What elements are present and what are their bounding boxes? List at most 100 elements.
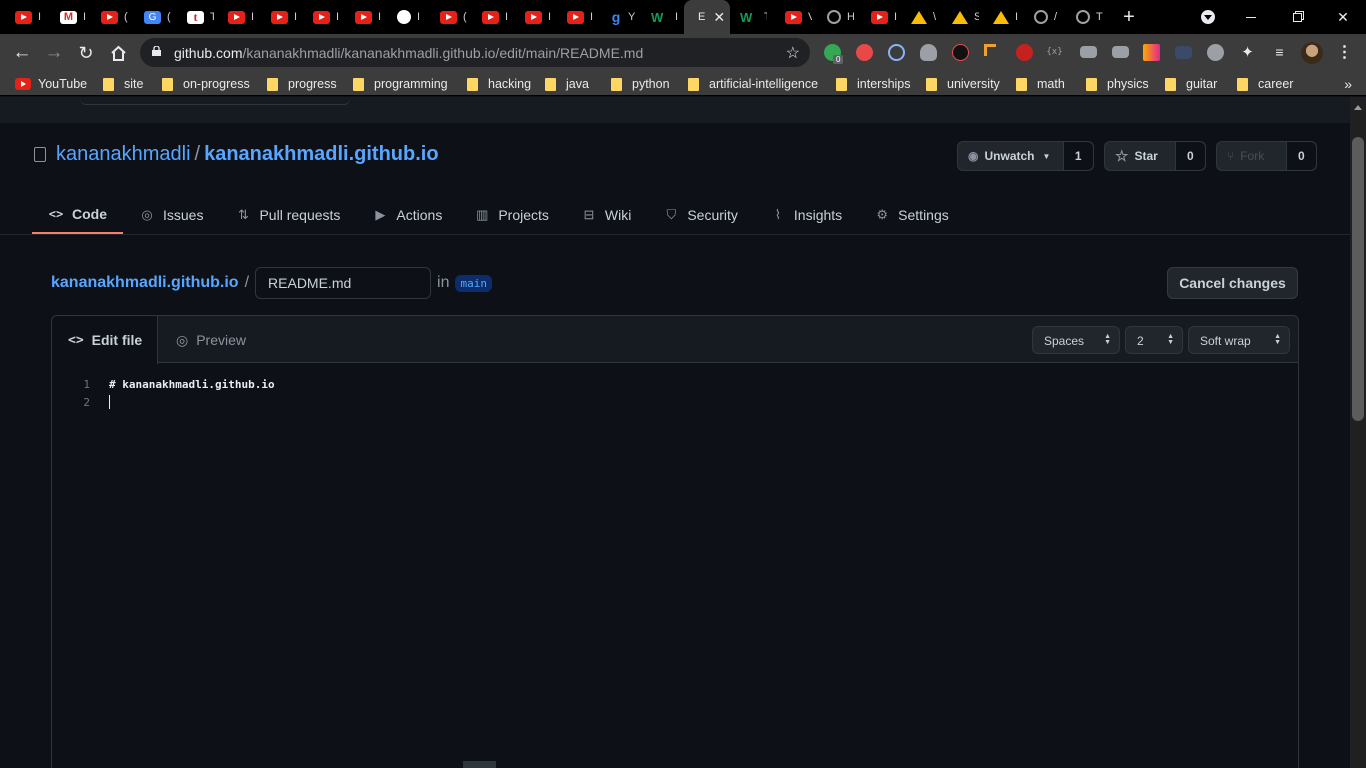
bookmark-python[interactable]: python xyxy=(611,76,670,92)
bookmark-on-progress[interactable]: on-progress xyxy=(162,76,250,92)
browser-tab[interactable]: I xyxy=(213,0,255,34)
browser-tab[interactable]: I xyxy=(256,0,298,34)
browser-tab[interactable]: / xyxy=(1019,0,1061,34)
bookmark-university[interactable]: university xyxy=(926,76,1000,92)
tab-settings[interactable]: ⚙ Settings xyxy=(858,196,965,234)
tab-projects[interactable]: ▥ Projects xyxy=(458,196,565,234)
tab-actions[interactable]: ▶ Actions xyxy=(356,196,458,234)
horizontal-scroll-indicator[interactable] xyxy=(463,761,496,768)
browser-tab[interactable]: I xyxy=(382,0,424,34)
lastpass-extension-icon[interactable] xyxy=(1016,44,1033,61)
more-bookmarks-icon[interactable]: » xyxy=(1344,76,1352,92)
bookmark-java[interactable]: java xyxy=(545,76,589,92)
back-button[interactable]: ← xyxy=(7,38,37,68)
bookmark-artificial-intelligence[interactable]: artificial-intelligence xyxy=(688,76,818,92)
close-window-button[interactable]: ✕ xyxy=(1320,0,1366,34)
bookmark-career[interactable]: career xyxy=(1237,76,1293,92)
tab-issues[interactable]: ◎ Issues xyxy=(123,196,219,234)
home-button[interactable] xyxy=(103,38,133,68)
page-scrollbar[interactable] xyxy=(1350,97,1366,768)
browser-tab[interactable]: I xyxy=(298,0,340,34)
browser-tab[interactable]: ( xyxy=(86,0,128,34)
avatar[interactable] xyxy=(1301,42,1323,64)
address-bar[interactable]: github.com/kananakhmadli/kananakhmadli.g… xyxy=(140,38,810,67)
browser-tab[interactable]: tT xyxy=(172,0,214,34)
eyes-extension-icon[interactable] xyxy=(888,44,905,61)
forks-count[interactable]: 0 xyxy=(1286,142,1316,170)
browser-tab[interactable]: E ✕ xyxy=(684,0,730,34)
watchers-count[interactable]: 1 xyxy=(1063,142,1093,170)
browser-tab[interactable]: I xyxy=(467,0,509,34)
bookmark-youtube[interactable]: YouTube xyxy=(15,76,87,92)
code-line[interactable]: # kananakhmadli.github.io xyxy=(109,378,275,391)
tab-pull-requests[interactable]: ⇅ Pull requests xyxy=(219,196,356,234)
stargazers-count[interactable]: 0 xyxy=(1175,142,1205,170)
forward-button[interactable]: → xyxy=(39,38,69,68)
scrollbar-thumb[interactable] xyxy=(1352,137,1364,421)
tab-wiki[interactable]: ⊟ Wiki xyxy=(565,196,647,234)
browser-tab[interactable]: ( xyxy=(425,0,467,34)
restore-button[interactable] xyxy=(1274,0,1320,34)
dots-extension-icon[interactable] xyxy=(1175,46,1192,59)
bookmark-programming[interactable]: programming xyxy=(353,76,448,92)
tab-insights[interactable]: ⌇ Insights xyxy=(754,196,858,234)
new-tab-button[interactable]: + xyxy=(1106,0,1152,34)
indent-mode-select[interactable]: Spaces ▲ ▼ xyxy=(1032,326,1120,354)
w-extension-icon[interactable] xyxy=(1143,44,1160,61)
browser-tab[interactable]: \ xyxy=(896,0,938,34)
pocket-extension-icon[interactable] xyxy=(856,44,873,61)
browser-tab[interactable]: T xyxy=(1061,0,1103,34)
wrap-mode-select[interactable]: Soft wrap ▲ ▼ xyxy=(1188,326,1290,354)
filename-input[interactable]: README.md xyxy=(255,267,432,299)
scroll-up-arrow-icon[interactable] xyxy=(1354,105,1362,110)
window-extension-icon[interactable] xyxy=(1080,46,1097,58)
reload-button[interactable]: ↻ xyxy=(71,38,101,68)
tab-preview[interactable]: ◎ Preview xyxy=(176,316,246,364)
repo-owner-link[interactable]: kananakhmadli xyxy=(56,143,191,165)
indent-size-select[interactable]: 2 ▲ ▼ xyxy=(1125,326,1183,354)
bookmark-hacking[interactable]: hacking xyxy=(467,76,531,92)
cancel-changes-button[interactable]: Cancel changes xyxy=(1167,267,1298,299)
browser-tab[interactable]: gY xyxy=(595,0,637,34)
bookmark-interships[interactable]: interships xyxy=(836,76,911,92)
browser-tab[interactable]: S xyxy=(937,0,979,34)
bookmark-star-icon[interactable]: ☆ xyxy=(786,43,800,63)
bookmark-progress[interactable]: progress xyxy=(267,76,337,92)
browser-tab[interactable]: WI xyxy=(636,0,678,34)
media-control-icon[interactable]: ≡ xyxy=(1271,44,1288,61)
browser-tab[interactable]: I xyxy=(340,0,382,34)
search-input[interactable] xyxy=(80,97,350,105)
minimize-button[interactable] xyxy=(1228,0,1274,34)
browser-tab[interactable]: V xyxy=(770,0,812,34)
bookmark-guitar[interactable]: guitar xyxy=(1165,76,1217,92)
bookmark-physics[interactable]: physics xyxy=(1086,76,1149,92)
browser-tab[interactable]: I xyxy=(978,0,1020,34)
bookmark-site[interactable]: site xyxy=(103,76,143,92)
ublock-extension-icon[interactable] xyxy=(952,44,969,61)
browser-tab[interactable]: G( xyxy=(129,0,171,34)
browser-tab[interactable]: I xyxy=(552,0,594,34)
kebab-menu-icon[interactable]: ⋮ xyxy=(1336,44,1353,61)
text-extension-icon[interactable] xyxy=(1112,46,1129,58)
breadcrumb-repo-link[interactable]: kananakhmadli.github.io xyxy=(51,274,239,292)
tab-code[interactable]: <> Code xyxy=(32,196,123,234)
browser-tab[interactable]: I xyxy=(0,0,42,34)
browser-tab[interactable]: I xyxy=(510,0,552,34)
repo-name-link[interactable]: kananakhmadli.github.io xyxy=(204,143,438,165)
pickaxe-extension-icon[interactable] xyxy=(984,44,996,56)
bookmark-math[interactable]: math xyxy=(1016,76,1065,92)
close-tab-icon[interactable]: ✕ xyxy=(713,9,725,26)
json-extension-icon[interactable]: {x} xyxy=(1046,44,1063,61)
puzzle-icon[interactable]: ✦ xyxy=(1239,44,1256,61)
browser-tab[interactable]: WT xyxy=(725,0,767,34)
browser-tab[interactable]: I xyxy=(856,0,898,34)
tab-search-button[interactable] xyxy=(1185,0,1231,34)
unwatch-button[interactable]: ◉ Unwatch ▼ xyxy=(958,142,1064,170)
round-extension-icon[interactable] xyxy=(1207,44,1224,61)
fork-button[interactable]: ⑂ Fork xyxy=(1217,142,1287,170)
tab-edit-file[interactable]: <> Edit file xyxy=(52,316,158,364)
browser-tab[interactable]: MI xyxy=(45,0,87,34)
cloud-extension-icon[interactable] xyxy=(920,44,937,61)
browser-tab[interactable]: H xyxy=(812,0,854,34)
tab-security[interactable]: ⛉ Security xyxy=(647,196,754,234)
